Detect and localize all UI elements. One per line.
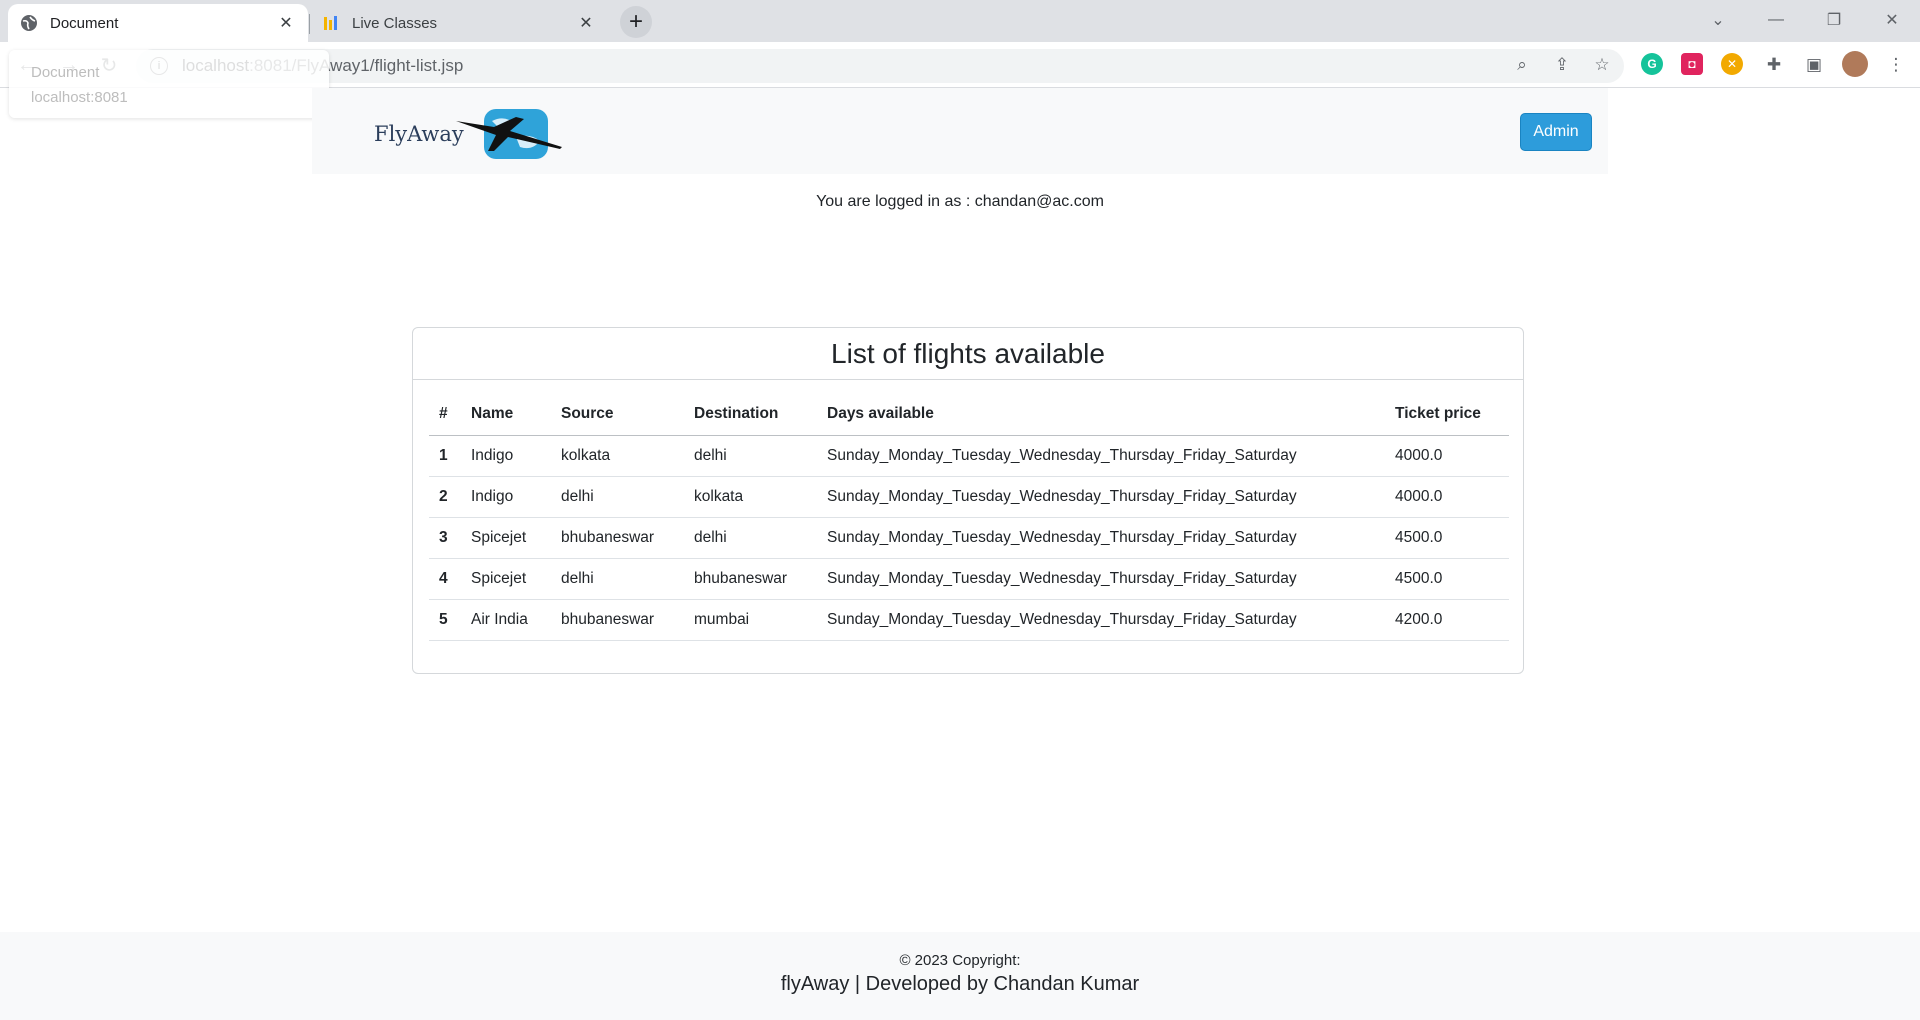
cell-destination: delhi	[684, 517, 817, 559]
footer-developer: flyAway | Developed by Chandan Kumar	[780, 973, 1140, 995]
cell-source: delhi	[551, 476, 684, 518]
cell-index: 1	[429, 435, 461, 477]
cell-name: Spicejet	[461, 558, 551, 600]
table-row: 2 Indigo delhi kolkata Sunday_Monday_Tue…	[429, 476, 1509, 518]
close-tab-icon[interactable]: ✕	[576, 13, 596, 33]
column-header: Ticket price	[1385, 393, 1509, 436]
grammarly-icon[interactable]: G	[1641, 53, 1663, 75]
cell-name: Air India	[461, 599, 551, 641]
tab-search-icon[interactable]: ⌄	[1690, 0, 1746, 40]
cell-source: kolkata	[551, 435, 684, 477]
admin-button[interactable]: Admin	[1520, 113, 1592, 151]
extension-orange-icon[interactable]: ✕	[1721, 53, 1743, 75]
brand-name[interactable]: FlyAway	[374, 122, 464, 146]
cell-index: 5	[429, 599, 461, 641]
cell-index: 2	[429, 476, 461, 518]
cell-price: 4200.0	[1385, 599, 1509, 641]
cell-price: 4500.0	[1385, 517, 1509, 559]
column-header: #	[429, 393, 461, 436]
zoom-icon[interactable]: ⌕	[1508, 51, 1536, 79]
flights-table: # Name Source Destination Days available…	[429, 393, 1509, 641]
close-tab-icon[interactable]: ✕	[276, 13, 296, 33]
cell-price: 4000.0	[1385, 476, 1509, 518]
bookmark-star-icon[interactable]: ☆	[1588, 51, 1616, 79]
cell-days: Sunday_Monday_Tuesday_Wednesday_Thursday…	[817, 558, 1385, 600]
table-row: 3 Spicejet bhubaneswar delhi Sunday_Mond…	[429, 517, 1509, 559]
cell-days: Sunday_Monday_Tuesday_Wednesday_Thursday…	[817, 517, 1385, 559]
table-header-row: # Name Source Destination Days available…	[429, 393, 1509, 436]
browser-tabstrip: Document ✕ Live Classes ✕ + ⌄ — ❐ ✕	[0, 0, 1920, 42]
address-bar[interactable]: i localhost:8081/FlyAway1/flight-list.js…	[136, 49, 1624, 83]
profile-avatar[interactable]	[1842, 51, 1868, 77]
cell-source: delhi	[551, 558, 684, 600]
logged-in-status: You are logged in as : chandan@ac.com	[816, 193, 1104, 210]
site-navbar: FlyAway Admin	[312, 88, 1608, 174]
tab-hover-tooltip: Document localhost:8081	[9, 50, 329, 118]
globe-icon	[20, 14, 38, 32]
bar-chart-icon	[322, 14, 340, 32]
cell-name: Spicejet	[461, 517, 551, 559]
card-title: List of flights available	[413, 328, 1523, 380]
share-icon[interactable]: ⇪	[1548, 51, 1576, 79]
cell-destination: bhubaneswar	[684, 558, 817, 600]
table-row: 5 Air India bhubaneswar mumbai Sunday_Mo…	[429, 599, 1509, 641]
tooltip-host: localhost:8081	[31, 89, 128, 106]
cell-destination: delhi	[684, 435, 817, 477]
cell-index: 4	[429, 558, 461, 600]
cell-price: 4500.0	[1385, 558, 1509, 600]
column-header: Source	[551, 393, 684, 436]
cell-days: Sunday_Monday_Tuesday_Wednesday_Thursday…	[817, 476, 1385, 518]
restore-icon[interactable]: ❐	[1806, 0, 1862, 40]
cell-index: 3	[429, 517, 461, 559]
tab-title: Document	[50, 14, 119, 32]
cell-source: bhubaneswar	[551, 517, 684, 559]
flights-card: List of flights available # Name Source …	[412, 327, 1524, 674]
airplane-logo-icon	[456, 109, 562, 159]
cell-days: Sunday_Monday_Tuesday_Wednesday_Thursday…	[817, 599, 1385, 641]
tooltip-title: Document	[31, 64, 100, 81]
cell-name: Indigo	[461, 435, 551, 477]
cell-source: bhubaneswar	[551, 599, 684, 641]
tab-document[interactable]: Document ✕	[8, 4, 308, 42]
table-row: 1 Indigo kolkata delhi Sunday_Monday_Tue…	[429, 435, 1509, 477]
cell-name: Indigo	[461, 476, 551, 518]
close-window-icon[interactable]: ✕	[1864, 0, 1920, 40]
column-header: Name	[461, 393, 551, 436]
cell-destination: mumbai	[684, 599, 817, 641]
tab-live-classes[interactable]: Live Classes ✕	[310, 4, 608, 42]
column-header: Days available	[817, 393, 1385, 436]
new-tab-button[interactable]: +	[620, 6, 652, 38]
site-footer: © 2023 Copyright: flyAway | Developed by…	[0, 932, 1920, 1020]
side-panel-icon[interactable]: ▣	[1800, 51, 1828, 79]
extensions-puzzle-icon[interactable]: ✚	[1760, 51, 1788, 79]
cell-destination: kolkata	[684, 476, 817, 518]
extension-red-icon[interactable]: ◘	[1681, 53, 1703, 75]
column-header: Destination	[684, 393, 817, 436]
cell-price: 4000.0	[1385, 435, 1509, 477]
minimize-icon[interactable]: —	[1748, 0, 1804, 40]
table-row: 4 Spicejet delhi bhubaneswar Sunday_Mond…	[429, 558, 1509, 600]
tab-title: Live Classes	[352, 14, 438, 32]
footer-copyright: © 2023 Copyright:	[899, 952, 1021, 969]
menu-kebab-icon[interactable]: ⋮	[1882, 51, 1910, 79]
cell-days: Sunday_Monday_Tuesday_Wednesday_Thursday…	[817, 435, 1385, 477]
